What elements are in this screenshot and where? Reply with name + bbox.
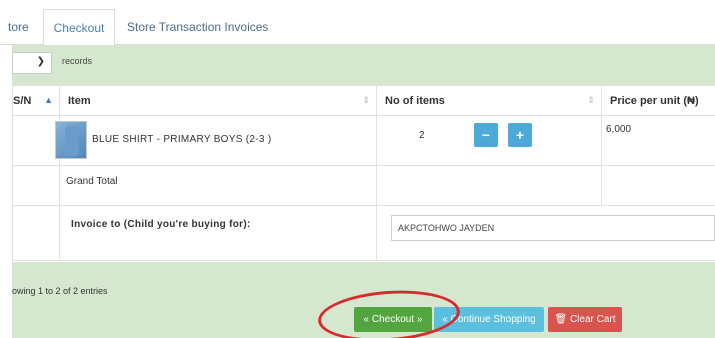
column-header-item[interactable]: Item ⇕ — [59, 85, 377, 116]
sort-icon: ⇕ — [587, 95, 595, 105]
table-header-row: S/N ▲ Item ⇕ No of items ⇕ Price per uni… — [12, 85, 715, 116]
clear-cart-button[interactable]: 🗑 Clear Cart — [548, 307, 622, 332]
column-header-sn[interactable]: S/N ▲ — [12, 85, 60, 116]
tab-store[interactable]: tore — [0, 9, 42, 45]
continue-shopping-button[interactable]: « Continue Shopping — [434, 307, 544, 332]
item-price: 6,000 — [606, 124, 632, 135]
item-quantity: 2 — [419, 130, 425, 141]
tab-checkout[interactable]: Checkout — [43, 9, 115, 46]
sort-asc-icon: ▲ — [44, 95, 53, 105]
plus-icon: + — [515, 127, 525, 143]
column-header-price[interactable]: Price per unit (₦) — [601, 85, 715, 116]
records-length-select[interactable]: ❯ — [12, 52, 52, 74]
trash-icon: 🗑 — [554, 314, 568, 325]
records-label: records — [62, 56, 93, 66]
tab-bar: tore Checkout Store Transaction Invoices — [0, 0, 715, 46]
sort-icon: ⇕ — [362, 95, 370, 105]
product-thumbnail — [55, 121, 87, 159]
decrease-quantity-button[interactable]: − — [474, 123, 498, 147]
grand-total-label: Grand Total — [66, 176, 118, 187]
table-footer: owing 1 to 2 of 2 entries « Checkout » «… — [12, 262, 715, 338]
tab-store-transaction-invoices[interactable]: Store Transaction Invoices — [127, 9, 277, 45]
grand-total-row — [12, 165, 715, 206]
entries-info: owing 1 to 2 of 2 entries — [12, 286, 108, 296]
child-select-field[interactable]: AKPCTOHWO JAYDEN — [391, 215, 715, 241]
checkout-button[interactable]: « Checkout » — [354, 307, 432, 332]
increase-quantity-button[interactable]: + — [508, 123, 532, 147]
minus-icon: − — [481, 127, 491, 143]
column-header-no-of-items[interactable]: No of items ⇕ — [376, 85, 602, 116]
invoice-to-label: Invoice to (Child you're buying for): — [71, 219, 251, 230]
chevron-down-icon: ❯ — [36, 56, 45, 67]
item-name: BLUE SHIRT - PRIMARY BOYS (2-3 ) — [92, 134, 272, 145]
table-controls: ❯ records — [12, 45, 715, 85]
